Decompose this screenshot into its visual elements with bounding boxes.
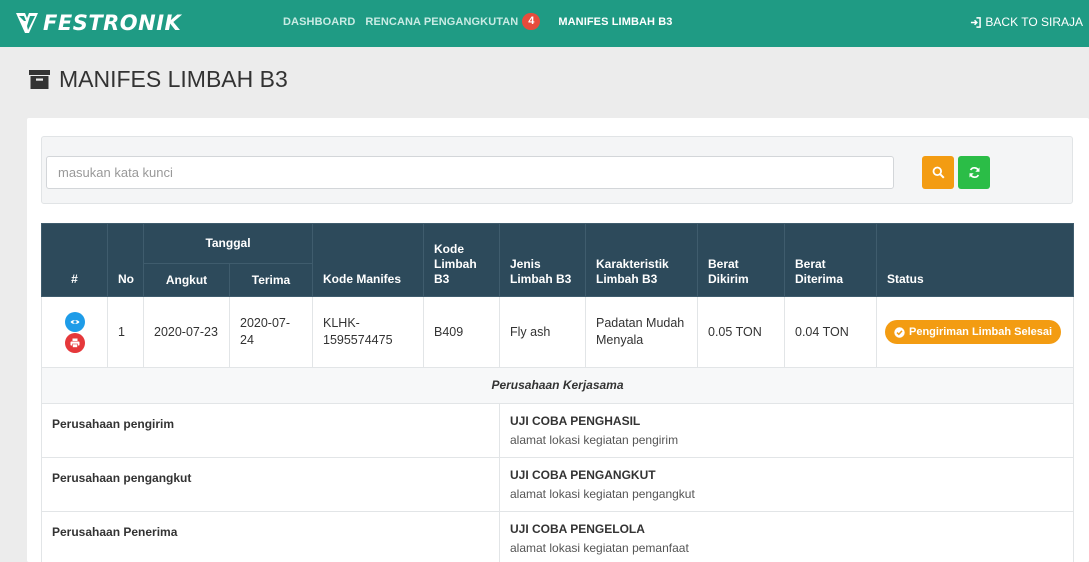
company-name: UJI COBA PENGHASIL (510, 414, 641, 429)
company-row: Perusahaan Penerima UJI COBA PENGELOLA a… (41, 511, 1074, 562)
top-navbar: FESTRONIK DASHBOARD RENCANA PENGANGKUTAN… (0, 0, 1089, 47)
refresh-button[interactable] (958, 156, 990, 189)
manifes-table: # No Tanggal Kode Manifes Kode Limbah B3… (41, 223, 1074, 562)
company-info: UJI COBA PENGANGKUT alamat lokasi kegiat… (499, 457, 1074, 512)
col-berat-dikirim: Berat Dikirim (697, 223, 785, 297)
row-actions (41, 296, 108, 368)
sign-in-icon (971, 16, 982, 28)
company-row: Perusahaan pengangkut UJI COBA PENGANGKU… (41, 457, 1074, 512)
nav-dashboard[interactable]: DASHBOARD (283, 16, 355, 28)
brand-name: FESTRONIK (43, 11, 182, 35)
cell-terima: 2020-07-24 (229, 296, 313, 368)
col-kode-limbah: Kode Limbah B3 (423, 223, 500, 297)
nav-dashboard-label: DASHBOARD (283, 15, 356, 28)
search-input[interactable] (46, 156, 894, 189)
cell-berat-diterima: 0.04 TON (784, 296, 877, 368)
cell-kode-limbah: B409 (423, 296, 500, 368)
brand-logo[interactable]: FESTRONIK (16, 9, 181, 37)
nav-links: DASHBOARD RENCANA PENGANGKUTAN 4 MANIFES… (283, 13, 673, 30)
nav-rencana-badge: 4 (522, 13, 541, 30)
company-name: UJI COBA PENGANGKUT (510, 468, 656, 483)
check-circle-icon (894, 326, 905, 338)
eye-icon (70, 319, 79, 324)
company-label: Perusahaan pengangkut (41, 457, 500, 512)
section-row: Perusahaan Kerjasama (41, 367, 1074, 404)
cell-jenis: Fly ash (499, 296, 586, 368)
company-info: UJI COBA PENGHASIL alamat lokasi kegiata… (499, 403, 1074, 458)
cell-berat-dikirim: 0.05 TON (697, 296, 785, 368)
page-title: MANIFES LIMBAH B3 (29, 64, 288, 94)
print-button[interactable] (64, 332, 85, 353)
table-row: 1 2020-07-23 2020-07-24 KLHK-1595574475 … (41, 296, 1074, 368)
page-title-text: MANIFES LIMBAH B3 (59, 65, 288, 92)
nav-rencana-pengangkutan[interactable]: RENCANA PENGANGKUTAN 4 (365, 13, 541, 30)
cell-karakteristik: Padatan Mudah Menyala (585, 296, 698, 368)
company-label: Perusahaan pengirim (41, 403, 500, 458)
col-hash: # (41, 223, 108, 297)
col-terima: Terima (229, 263, 313, 297)
manifes-card: # No Tanggal Kode Manifes Kode Limbah B3… (27, 118, 1089, 562)
company-address: alamat lokasi kegiatan pengangkut (510, 486, 695, 501)
nav-rencana-label: RENCANA PENGANGKUTAN (365, 15, 519, 28)
cell-kode-manifes: KLHK-1595574475 (312, 296, 424, 368)
col-angkut: Angkut (143, 263, 230, 297)
back-to-siraja-link[interactable]: BACK TO SIRAJA (970, 15, 1083, 29)
col-kode-manifes: Kode Manifes (312, 223, 424, 297)
col-status: Status (876, 223, 1074, 297)
archive-icon (29, 69, 50, 89)
col-jenis-limbah: Jenis Limbah B3 (499, 223, 586, 297)
section-title: Perusahaan Kerjasama (41, 367, 1074, 404)
cell-angkut: 2020-07-23 (143, 296, 230, 368)
cell-status: Pengiriman Limbah Selesai (876, 296, 1074, 368)
view-button[interactable] (64, 311, 85, 332)
col-tanggal: Tanggal (143, 223, 313, 264)
col-karakteristik: Karakteristik Limbah B3 (585, 223, 698, 297)
company-address: alamat lokasi kegiatan pengirim (510, 432, 679, 447)
status-text: Pengiriman Limbah Selesai (909, 325, 1053, 338)
col-no: No (107, 223, 144, 297)
cell-no: 1 (107, 296, 144, 368)
print-icon (70, 338, 79, 348)
company-address: alamat lokasi kegiatan pemanfaat (510, 540, 689, 555)
company-name: UJI COBA PENGELOLA (510, 522, 645, 537)
festronik-logo-icon (16, 13, 38, 33)
status-badge: Pengiriman Limbah Selesai (885, 319, 1062, 345)
back-label: BACK TO SIRAJA (985, 15, 1083, 29)
nav-manifes-limbah[interactable]: MANIFES LIMBAH B3 (558, 16, 672, 28)
company-label: Perusahaan Penerima (41, 511, 500, 562)
manifes-table-wrapper: # No Tanggal Kode Manifes Kode Limbah B3… (41, 223, 1074, 562)
refresh-icon (969, 166, 979, 179)
search-button[interactable] (922, 156, 954, 189)
col-berat-diterima: Berat Diterima (784, 223, 877, 297)
search-panel (41, 136, 1073, 204)
company-row: Perusahaan pengirim UJI COBA PENGHASIL a… (41, 403, 1074, 458)
company-info: UJI COBA PENGELOLA alamat lokasi kegiata… (499, 511, 1074, 562)
nav-manifes-label: MANIFES LIMBAH B3 (558, 15, 673, 28)
search-icon (932, 166, 945, 179)
